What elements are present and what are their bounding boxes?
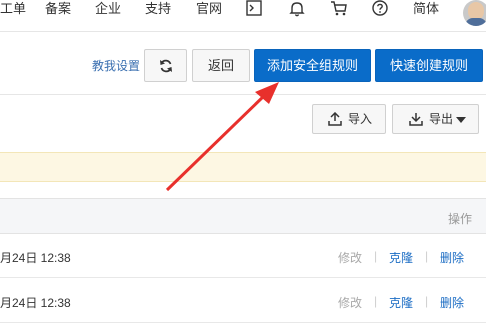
teach-setting-link[interactable]: 教我设置 [92,57,140,74]
add-security-group-rule-button[interactable]: 添加安全组规则 [254,49,371,82]
column-header-operations: 操作 [447,212,472,226]
export-label: 导出 [429,112,454,126]
quick-create-rule-button[interactable]: 快速创建规则 [375,49,483,82]
separator: | [425,294,429,308]
notice-bar [0,152,486,182]
separator: | [374,249,378,263]
row-time: 月24日 12:38 [0,296,71,310]
nav-item-tickets[interactable]: 工单 [0,0,26,18]
nav-item-enterprise[interactable]: 企业 [95,0,121,18]
table-row: 月24日 12:38 修改 | 克隆 | 删除 [0,234,486,278]
clone-link[interactable]: 克隆 [389,294,413,311]
download-icon [409,113,423,126]
separator: | [425,249,429,263]
cart-icon[interactable] [330,0,348,18]
refresh-button[interactable] [144,49,187,82]
edit-link[interactable]: 修改 [338,249,362,266]
table-header: 操作 [0,198,486,234]
caret-down-icon [456,117,466,123]
help-icon[interactable] [371,0,389,18]
arrow-head [255,82,279,104]
toolbar-divider [0,94,486,95]
top-nav-bar: 工单 备案 企业 支持 官网 简体 [0,0,486,32]
bell-icon[interactable] [288,0,306,18]
export-button[interactable]: 导出 [392,104,479,134]
terminal-icon[interactable] [245,0,263,18]
edit-link[interactable]: 修改 [338,294,362,311]
back-button[interactable]: 返回 [192,49,250,82]
separator: | [374,294,378,308]
nav-item-filing[interactable]: 备案 [45,0,71,18]
avatar-shirt [465,18,486,26]
import-label: 导入 [348,112,373,126]
language-switch[interactable]: 简体 [413,0,439,18]
delete-link[interactable]: 删除 [440,249,464,266]
row-time: 月24日 12:38 [0,251,71,265]
nav-item-official-site[interactable]: 官网 [196,0,222,18]
table-row: 月24日 12:38 修改 | 克隆 | 删除 [0,279,486,323]
upload-icon [328,112,342,126]
nav-item-support[interactable]: 支持 [145,0,171,18]
clone-link[interactable]: 克隆 [389,249,413,266]
refresh-icon [160,59,172,73]
delete-link[interactable]: 删除 [440,294,464,311]
avatar[interactable] [463,0,486,26]
import-button[interactable]: 导入 [312,104,386,134]
